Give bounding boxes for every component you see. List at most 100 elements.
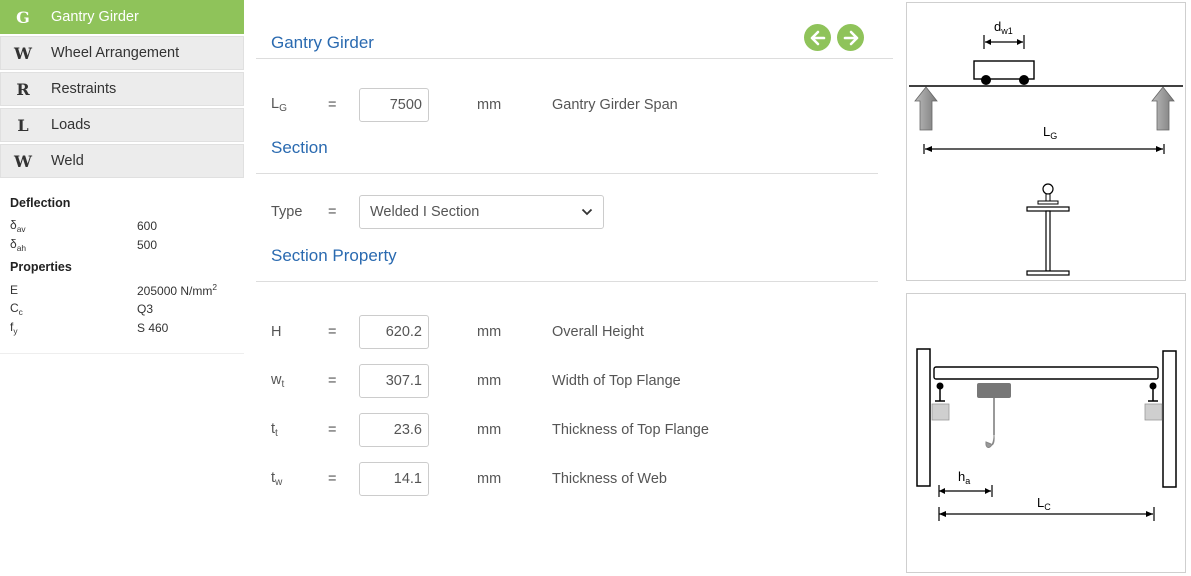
summary-row-fy: fy S 460 xyxy=(10,318,244,337)
sidebar: G Gantry Girder W Wheel Arrangement R Re… xyxy=(0,0,244,354)
chevron-down-icon xyxy=(581,208,593,216)
summary-symbol: E xyxy=(10,282,19,297)
column-left xyxy=(916,348,931,487)
span-row: LG = 7500 mm Gantry Girder Span xyxy=(271,88,678,122)
summary-symbol: δav xyxy=(10,217,26,234)
summary-symbol: fy xyxy=(10,319,18,336)
nav-item-gantry-girder[interactable]: G Gantry Girder xyxy=(0,0,244,34)
nav-item-wheel-arrangement[interactable]: W Wheel Arrangement xyxy=(0,36,244,70)
nav-letter-icon: L xyxy=(17,115,29,135)
ha-dimension: ha xyxy=(938,469,993,497)
step-navigation xyxy=(804,24,864,51)
nav-item-restraints[interactable]: R Restraints xyxy=(0,72,244,106)
dw1-dimension: dw1 xyxy=(983,19,1025,49)
nav-letter-icon: G xyxy=(16,7,30,27)
property-row-wt: wt = 307.1 mm Width of Top Flange xyxy=(271,364,681,398)
property-description: Thickness of Web xyxy=(552,471,667,487)
span-input[interactable]: 7500 xyxy=(359,88,429,122)
web-thickness-input[interactable]: 14.1 xyxy=(359,462,429,496)
span-description: Gantry Girder Span xyxy=(552,97,678,113)
property-symbol: wt xyxy=(271,372,285,390)
nav-letter-icon: R xyxy=(16,79,30,99)
nav-item-loads[interactable]: L Loads xyxy=(0,108,244,142)
unit-label: mm xyxy=(477,97,502,113)
lg-dimension: LG xyxy=(923,124,1165,154)
type-label: Type xyxy=(271,204,303,220)
support-arrow-left-icon xyxy=(914,86,938,131)
support-arrow-right-icon xyxy=(1151,86,1175,131)
equals-sign: = xyxy=(328,471,337,487)
property-description: Thickness of Top Flange xyxy=(552,422,709,438)
nav-item-weld[interactable]: W Weld xyxy=(0,144,244,178)
divider xyxy=(256,58,893,59)
summary-value: Q3 xyxy=(137,301,154,316)
summary-symbol: Cc xyxy=(10,300,23,317)
section-type-value: Welded I Section xyxy=(370,204,480,220)
summary-value: S 460 xyxy=(137,320,169,335)
overall-height-input[interactable]: 620.2 xyxy=(359,315,429,349)
unit-label: mm xyxy=(477,324,502,340)
trolley-icon xyxy=(973,60,1035,85)
summary-value: 500 xyxy=(137,237,158,252)
summary-panel: Deflection δav 600 δah 500 Properties E … xyxy=(0,180,244,354)
crane-elevation-svg: ha LC xyxy=(916,348,1177,521)
equals-sign: = xyxy=(328,97,337,113)
nav-label: Gantry Girder xyxy=(51,9,139,25)
summary-row-delta-av: δav 600 xyxy=(10,216,244,235)
unit-label: mm xyxy=(477,373,502,389)
summary-row-cc: Cc Q3 xyxy=(10,299,244,318)
end-carriage-left-icon xyxy=(931,382,950,421)
equals-sign: = xyxy=(328,204,337,220)
nav-label: Loads xyxy=(51,117,91,133)
property-symbol: tw xyxy=(271,470,283,488)
property-row-tw: tw = 14.1 mm Thickness of Web xyxy=(271,462,667,496)
section-property-heading: Section Property xyxy=(271,246,397,265)
unit-label: mm xyxy=(477,471,502,487)
girder-elevation-svg: dw1 LG xyxy=(909,19,1183,276)
property-row-h: H = 620.2 mm Overall Height xyxy=(271,315,644,349)
gantry-girder-diagram: dw1 LG xyxy=(906,2,1186,281)
nav-letter-icon: W xyxy=(14,151,32,171)
arrow-left-icon xyxy=(810,30,825,45)
summary-value: 600 xyxy=(137,218,158,233)
next-button[interactable] xyxy=(837,24,864,51)
top-flange-thickness-input[interactable]: 23.6 xyxy=(359,413,429,447)
unit-label: mm xyxy=(477,422,502,438)
summary-row-delta-ah: δah 500 xyxy=(10,235,244,254)
divider xyxy=(256,173,878,174)
page-title: Gantry Girder xyxy=(271,33,374,52)
i-section-icon xyxy=(1026,183,1070,276)
section-type-select[interactable]: Welded I Section xyxy=(359,195,604,229)
nav-label: Weld xyxy=(51,153,84,169)
deflection-heading: Deflection xyxy=(10,196,71,210)
nav-label: Wheel Arrangement xyxy=(51,45,180,61)
summary-value: 205000 N/mm2 xyxy=(137,281,218,298)
properties-heading: Properties xyxy=(10,260,72,274)
crane-diagram: ha LC xyxy=(906,293,1186,573)
property-description: Overall Height xyxy=(552,324,644,340)
main-panel: Gantry Girder LG = 7500 mm Gantry Girder… xyxy=(256,0,896,576)
span-symbol: LG xyxy=(271,96,287,114)
top-flange-width-input[interactable]: 307.1 xyxy=(359,364,429,398)
column-right xyxy=(1162,350,1177,488)
equals-sign: = xyxy=(328,373,337,389)
equals-sign: = xyxy=(328,422,337,438)
section-heading: Section xyxy=(271,138,328,157)
lc-dimension: LC xyxy=(938,495,1155,521)
lc-label: LC xyxy=(1037,495,1051,512)
summary-row-e: E 205000 N/mm2 xyxy=(10,280,244,299)
dw1-label: dw1 xyxy=(994,19,1013,36)
nav-letter-icon: W xyxy=(14,43,32,63)
property-symbol: tt xyxy=(271,421,278,439)
arrow-right-icon xyxy=(843,30,858,45)
crane-bridge xyxy=(933,366,1159,380)
ha-label: ha xyxy=(958,469,970,486)
property-row-tt: tt = 23.6 mm Thickness of Top Flange xyxy=(271,413,709,447)
divider xyxy=(256,281,878,282)
end-carriage-right-icon xyxy=(1144,382,1163,421)
hoist-hook-icon xyxy=(977,383,1011,448)
lg-label: LG xyxy=(1043,124,1057,141)
previous-button[interactable] xyxy=(804,24,831,51)
property-description: Width of Top Flange xyxy=(552,373,681,389)
property-symbol: H xyxy=(271,324,282,340)
